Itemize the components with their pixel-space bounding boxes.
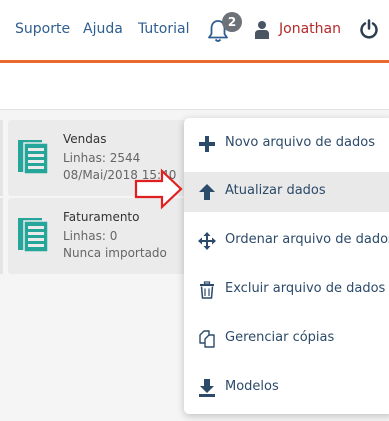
nav-link-tutorial[interactable]: Tutorial (138, 21, 189, 37)
menu-item-modelos[interactable]: Modelos (184, 368, 389, 408)
menu-item-label: Novo arquivo de dados (225, 135, 376, 150)
annotation-arrow-icon (134, 168, 183, 210)
power-icon[interactable] (359, 19, 379, 39)
card-rows: Linhas: 0 (63, 229, 118, 243)
download-icon (199, 379, 215, 397)
menu-item-novo-arquivo[interactable]: Novo arquivo de dados (184, 124, 389, 164)
menu-item-gerenciar-copias[interactable]: Gerenciar cópias (184, 319, 389, 359)
card-edge (0, 198, 3, 274)
toolbar-strip (0, 63, 389, 110)
menu-item-atualizar-dados[interactable]: Atualizar dados (184, 172, 389, 212)
dataset-actions-menu: Novo arquivo de dados Atualizar dados Or… (184, 118, 389, 414)
trash-icon (200, 281, 214, 299)
card-title: Faturamento (63, 210, 140, 224)
copy-icon (199, 330, 215, 348)
user-icon (255, 21, 269, 39)
move-arrows-icon (198, 232, 216, 250)
menu-item-label: Modelos (225, 379, 279, 394)
top-navigation-bar: Suporte Ajuda Tutorial 2 Jonathan (0, 0, 389, 63)
menu-item-excluir-arquivo[interactable]: Excluir arquivo de dados (184, 270, 389, 310)
spreadsheet-icon (18, 218, 49, 253)
card-rows: Linhas: 2544 (63, 151, 141, 165)
menu-item-ordenar-arquivo[interactable]: Ordenar arquivo de dados (184, 221, 389, 261)
menu-item-label: Excluir arquivo de dados (225, 281, 386, 296)
menu-item-label: Ordenar arquivo de dados (225, 232, 389, 247)
spreadsheet-icon (18, 140, 49, 175)
notification-badge[interactable]: 2 (222, 12, 242, 32)
user-name[interactable]: Jonathan (279, 21, 341, 37)
card-edge (0, 120, 3, 196)
menu-item-label: Gerenciar cópias (225, 330, 335, 345)
nav-link-ajuda[interactable]: Ajuda (83, 21, 123, 37)
plus-icon (199, 136, 215, 152)
menu-item-label: Atualizar dados (225, 183, 326, 198)
card-title: Vendas (63, 132, 107, 146)
card-status: Nunca importado (63, 246, 167, 260)
arrow-up-icon (199, 184, 215, 200)
nav-link-suporte[interactable]: Suporte (15, 21, 70, 37)
